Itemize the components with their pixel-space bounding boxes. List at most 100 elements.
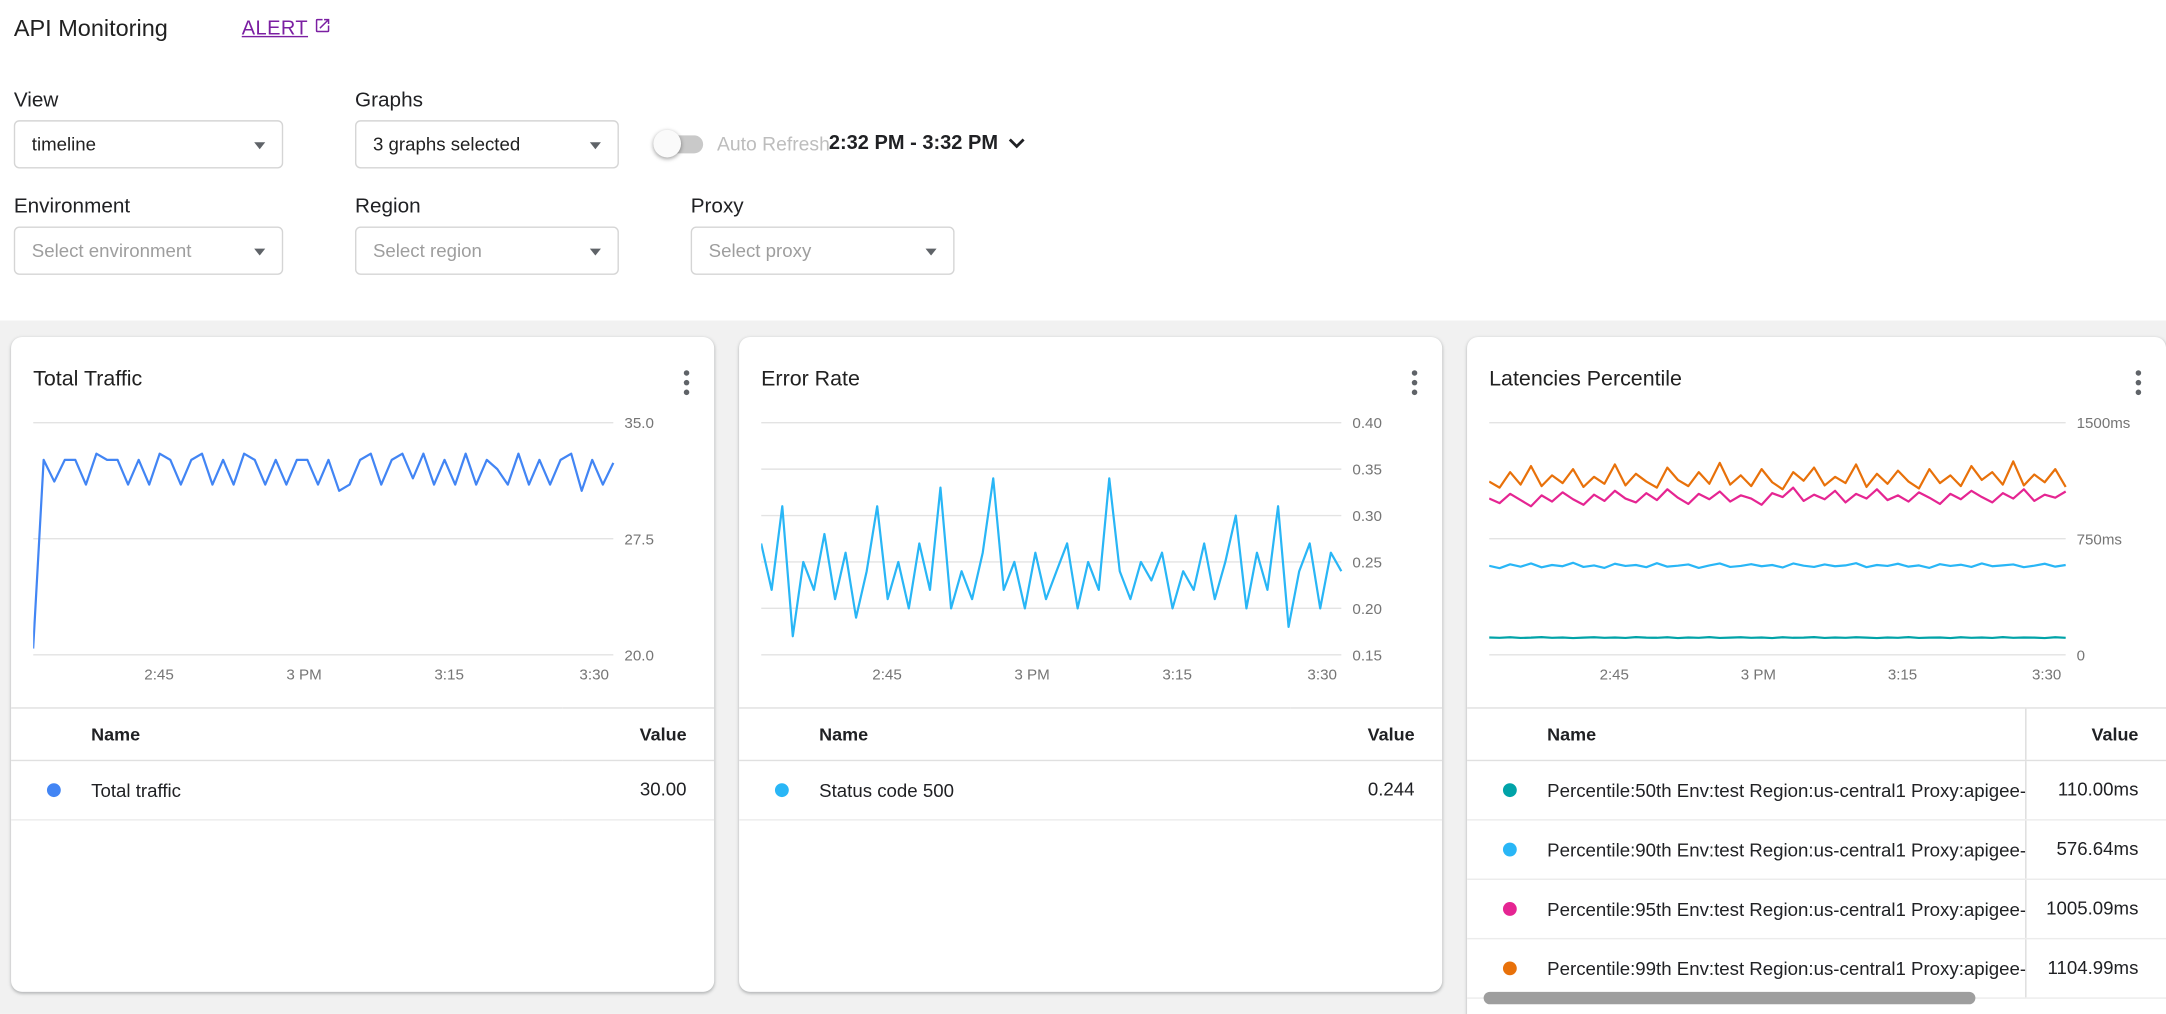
card-title: Error Rate <box>761 367 860 392</box>
svg-text:2:45: 2:45 <box>872 667 902 684</box>
card-header: Total Traffic <box>11 337 714 398</box>
total-traffic-chart: 35.0 27.5 20.0 2:45 3 PM 3:15 3:30 <box>33 412 692 688</box>
svg-text:0.30: 0.30 <box>1352 508 1382 525</box>
series-value: 0.244 <box>1290 760 1442 819</box>
series-color-dot <box>1503 843 1517 857</box>
alert-link[interactable]: ALERT <box>242 17 332 40</box>
external-link-icon <box>314 17 332 40</box>
region-label: Region <box>355 195 421 218</box>
svg-text:3:30: 3:30 <box>2032 667 2061 684</box>
auto-refresh-toggle[interactable] <box>658 135 704 153</box>
alert-link-label: ALERT <box>242 17 308 39</box>
svg-text:27.5: 27.5 <box>624 531 654 548</box>
series-name: Percentile:50th Env:test Region:us-centr… <box>1547 780 2025 801</box>
app-window: API Monitoring ALERT View timeline Graph… <box>0 0 2166 1014</box>
view-label: View <box>14 88 59 111</box>
kebab-menu-icon[interactable] <box>2130 365 2147 401</box>
card-header: Error Rate <box>739 337 1442 398</box>
series-color-dot <box>775 784 789 798</box>
time-range-value: 2:32 PM - 3:32 PM <box>829 133 998 155</box>
series-value: 1104.99ms <box>2025 938 2166 997</box>
column-header-name: Name <box>739 708 1290 760</box>
table-row: Percentile:90th Env:test Region:us-centr… <box>1467 820 2166 879</box>
table-row: Percentile:95th Env:test Region:us-centr… <box>1467 879 2166 938</box>
column-header-name: Name <box>11 708 562 760</box>
svg-text:0.40: 0.40 <box>1352 415 1382 432</box>
svg-text:3:30: 3:30 <box>579 667 609 684</box>
svg-text:3:30: 3:30 <box>1307 667 1337 684</box>
svg-text:3:15: 3:15 <box>1888 667 1917 684</box>
table-row: Total traffic 30.00 <box>11 760 714 819</box>
latencies-percentile-chart: 1500ms 750ms 0 2:45 3 PM 3:15 3:30 <box>1489 412 2144 688</box>
svg-text:35.0: 35.0 <box>624 415 654 432</box>
auto-refresh-label: Auto Refresh <box>717 133 830 155</box>
graphs-dropdown-value: 3 graphs selected <box>373 134 520 155</box>
series-value: 110.00ms <box>2025 760 2166 819</box>
svg-text:20.0: 20.0 <box>624 647 654 664</box>
proxy-dropdown-placeholder: Select proxy <box>709 240 812 261</box>
graphs-dropdown[interactable]: 3 graphs selected <box>355 120 619 168</box>
card-header: Latencies Percentile <box>1467 337 2166 398</box>
caret-down-icon <box>254 249 265 256</box>
svg-text:3 PM: 3 PM <box>286 667 321 684</box>
series-value: 30.00 <box>562 760 714 819</box>
series-color-dot <box>1503 962 1517 976</box>
time-range-selector[interactable]: 2:32 PM - 3:32 PM <box>829 124 1024 163</box>
series-value: 576.64ms <box>2025 820 2166 879</box>
chevron-down-icon <box>1008 133 1025 155</box>
kebab-menu-icon[interactable] <box>1406 365 1423 401</box>
svg-text:750ms: 750ms <box>2077 531 2123 548</box>
view-dropdown-value: timeline <box>32 134 96 155</box>
legend-table: Name Value Total traffic 30.00 <box>11 707 714 820</box>
proxy-label: Proxy <box>691 195 744 218</box>
api-monitoring-page: API Monitoring ALERT View timeline Graph… <box>0 0 2166 1014</box>
page-title: API Monitoring <box>14 15 168 43</box>
caret-down-icon <box>926 249 937 256</box>
svg-text:0.35: 0.35 <box>1352 462 1382 479</box>
card-title: Total Traffic <box>33 367 142 392</box>
view-dropdown[interactable]: timeline <box>14 120 283 168</box>
region-dropdown[interactable]: Select region <box>355 227 619 275</box>
total-traffic-card: Total Traffic 35.0 27.5 20.0 2:45 3 PM 3:15 3:… <box>11 337 714 992</box>
environment-dropdown-placeholder: Select environment <box>32 240 192 261</box>
series-name: Total traffic <box>91 780 181 801</box>
column-header-value: Value <box>1290 708 1442 760</box>
column-header-value: Value <box>562 708 714 760</box>
proxy-dropdown[interactable]: Select proxy <box>691 227 955 275</box>
svg-text:3 PM: 3 PM <box>1741 667 1776 684</box>
svg-text:3:15: 3:15 <box>434 667 464 684</box>
topbar: API Monitoring ALERT <box>0 0 2166 64</box>
svg-text:0.25: 0.25 <box>1352 554 1382 571</box>
svg-text:0: 0 <box>2077 647 2085 664</box>
kebab-menu-icon[interactable] <box>678 365 695 401</box>
svg-text:3 PM: 3 PM <box>1014 667 1049 684</box>
table-row: Percentile:99th Env:test Region:us-centr… <box>1467 938 2166 997</box>
series-value: 1005.09ms <box>2025 879 2166 938</box>
column-header-value: Value <box>2025 708 2166 760</box>
caret-down-icon <box>590 142 601 149</box>
series-color-dot <box>47 784 61 798</box>
svg-text:3:15: 3:15 <box>1162 667 1192 684</box>
svg-text:0.20: 0.20 <box>1352 601 1382 618</box>
svg-text:1500ms: 1500ms <box>2077 415 2131 432</box>
error-rate-card: Error Rate 0.40 0.35 0.30 0.25 0.20 0.15 2:45 3… <box>739 337 1442 992</box>
table-row: Percentile:50th Env:test Region:us-centr… <box>1467 760 2166 819</box>
card-title: Latencies Percentile <box>1489 367 1682 392</box>
svg-text:0.15: 0.15 <box>1352 647 1382 664</box>
graphs-label: Graphs <box>355 88 423 111</box>
legend-table: Name Value Status code 500 0.244 <box>739 707 1442 820</box>
svg-text:2:45: 2:45 <box>1600 667 1629 684</box>
error-rate-chart: 0.40 0.35 0.30 0.25 0.20 0.15 2:45 3 PM 3:15 3:30 <box>761 412 1420 688</box>
series-name: Percentile:95th Env:test Region:us-centr… <box>1547 899 2025 920</box>
series-name: Status code 500 <box>819 780 954 801</box>
environment-dropdown[interactable]: Select environment <box>14 227 283 275</box>
region-dropdown-placeholder: Select region <box>373 240 482 261</box>
table-row: Status code 500 0.244 <box>739 760 1442 819</box>
caret-down-icon <box>590 249 601 256</box>
series-name: Percentile:99th Env:test Region:us-centr… <box>1547 958 2025 979</box>
horizontal-scrollbar[interactable] <box>1484 992 1976 1004</box>
svg-text:2:45: 2:45 <box>144 667 174 684</box>
latencies-percentile-card: Latencies Percentile 1500ms 750ms 0 2:45 3 P… <box>1467 337 2166 1014</box>
series-color-dot <box>1503 902 1517 916</box>
series-name: Percentile:90th Env:test Region:us-centr… <box>1547 840 2025 861</box>
